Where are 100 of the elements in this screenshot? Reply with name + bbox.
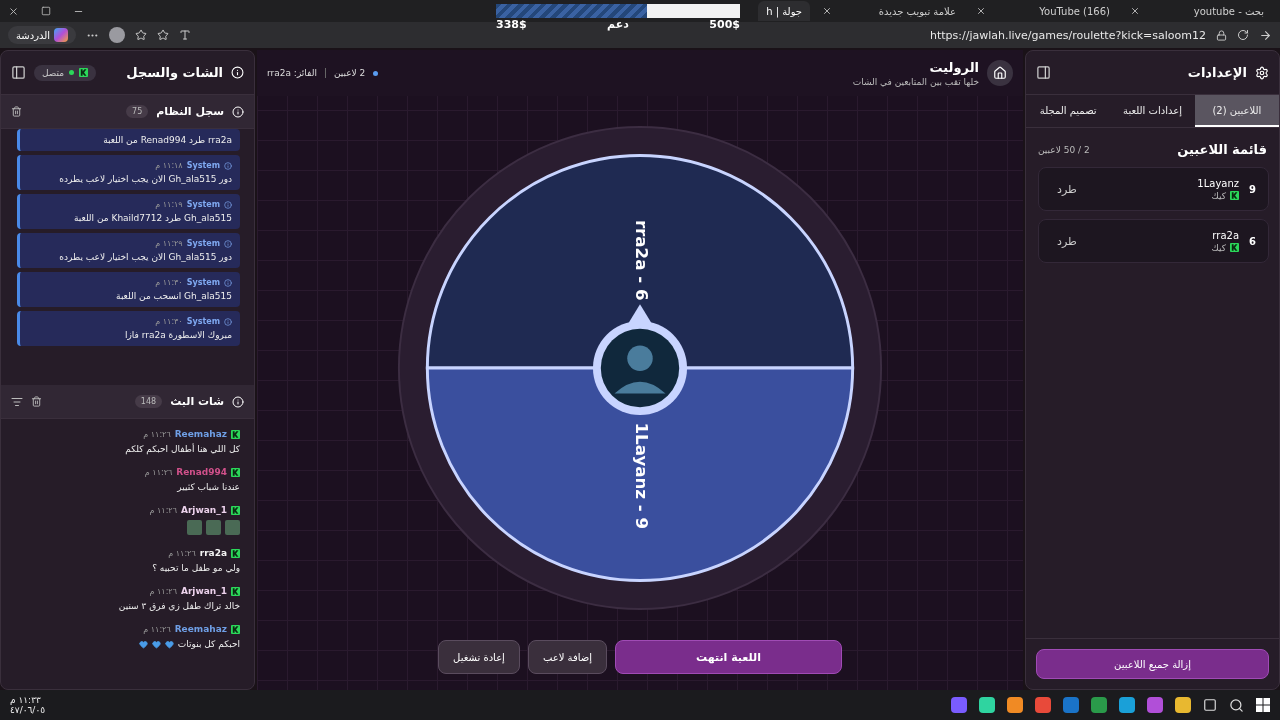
emote-placeholder [225, 520, 240, 535]
favorites-icon[interactable] [135, 29, 148, 41]
close-icon[interactable] [976, 6, 986, 16]
kick-player-button[interactable]: طرد [1051, 181, 1083, 197]
panel-title: الشات والسجل [126, 65, 223, 80]
game-button[interactable]: اللعبة انتهت [615, 640, 842, 674]
taskbar-app-icon[interactable] [951, 697, 967, 713]
close-icon[interactable] [1130, 6, 1140, 16]
donation-raised: 338$ [496, 18, 527, 31]
player-count: 2 / 50 لاعبين [1038, 144, 1090, 155]
player-number: 9 [1249, 183, 1256, 195]
trash-icon[interactable] [11, 106, 22, 117]
chat-message: ولي مو طفل ما تحبيه ؟ [152, 563, 240, 573]
chat-username: rra2a [199, 548, 227, 558]
collapse-panel-button[interactable] [1036, 65, 1051, 80]
filter-icon[interactable] [11, 395, 23, 408]
taskbar-app-icon[interactable] [1175, 697, 1191, 713]
browser-tab[interactable]: جولة | h [758, 1, 810, 21]
chat-username: Reemahaz [174, 624, 227, 634]
sender-name: System [186, 200, 220, 209]
refresh-icon[interactable] [1237, 29, 1249, 41]
message-time: ١١:٢٩ م [155, 239, 183, 248]
winner-label: الفائز: rra2a [267, 68, 317, 78]
trash-icon[interactable] [31, 396, 42, 407]
lock-icon [1216, 29, 1227, 41]
read-aloud-icon[interactable] [179, 29, 192, 41]
settings-tab[interactable]: إعدادات اللعبة [1110, 95, 1195, 127]
close-icon[interactable] [8, 5, 19, 17]
browser-tab[interactable]: بحث - youtube [1122, 1, 1272, 21]
player-name: rra2a [1211, 229, 1240, 241]
message-time: ١١:٣٠ م [155, 278, 183, 287]
message-time: ١١:١٩ م [155, 200, 183, 209]
info-icon [232, 105, 244, 118]
panel-toggle-icon [1036, 65, 1051, 80]
clock-date: ٤٧/٠٦/٠٥ [10, 705, 46, 715]
emote-placeholder [206, 520, 221, 535]
chat-count: 148 [134, 395, 163, 408]
chat-message: احبكم كل بنوتات [177, 639, 240, 649]
settings-tab[interactable]: اللاعبين (2) [1194, 95, 1279, 127]
taskbar-app-icon[interactable] [979, 697, 995, 713]
url-field[interactable]: https://jawlah.live/games/roulette?kick=saloom12 [929, 28, 1206, 42]
message-time: ١١:١٨ م [155, 161, 183, 170]
taskbar-app-icon[interactable] [1091, 697, 1107, 713]
profile-avatar[interactable] [109, 27, 126, 43]
k-logo-icon [231, 467, 240, 477]
home-icon [993, 66, 1007, 80]
section-title: شات البث [170, 395, 224, 408]
remove-all-button[interactable]: إزالة جميع اللاعبين [1036, 649, 1269, 679]
taskbar-app-icon[interactable] [1035, 697, 1051, 713]
donation-label: دعم [607, 18, 629, 31]
players-count: 2 لاعبين [333, 68, 366, 78]
collapse-panel-button[interactable] [11, 65, 26, 80]
search-icon[interactable] [1229, 697, 1244, 713]
kick-player-button[interactable]: طرد [1051, 233, 1083, 249]
browser-tab[interactable]: علامة تبويب جديدة [814, 1, 964, 21]
game-title: الروليت [928, 59, 979, 75]
taskbar-app-icon[interactable] [1147, 697, 1163, 713]
donation-goal: 500$ [709, 18, 740, 31]
home-button[interactable] [987, 60, 1013, 86]
player-name: 1Layanz [1197, 177, 1240, 189]
settings-tab[interactable]: تصميم المجلة [1026, 95, 1111, 127]
game-button[interactable]: إضافة لاعب [527, 640, 608, 674]
player-platform: كيك [1211, 190, 1227, 201]
chat-username: Reemahaz [174, 429, 227, 439]
log-text: دور Gh_ala515 الان يجب اختيار لاعب يطرده [58, 252, 232, 262]
back-icon[interactable] [1259, 28, 1272, 42]
sender-name: System [186, 278, 220, 287]
k-logo-icon [1230, 243, 1240, 252]
k-logo-icon [231, 548, 240, 558]
taskbar-app-icon[interactable] [1063, 697, 1079, 713]
taskbar-app-icon[interactable] [1007, 697, 1023, 713]
segment-label: rra2a - 6 [631, 219, 651, 301]
log-count: 75 [126, 105, 149, 118]
sender-name: System [186, 317, 220, 326]
message-time: ١١:٢٦ م [144, 467, 173, 477]
restore-icon[interactable] [41, 5, 51, 16]
sender-name: System [186, 239, 220, 248]
chat-button[interactable]: الدردشة [8, 26, 77, 44]
message-time: ١١:٣٠ م [155, 317, 183, 326]
chat-username: Renad994 [176, 467, 227, 477]
section-title: سجل النظام [156, 105, 224, 118]
browser-tab[interactable]: (166) YouTube [968, 1, 1118, 21]
k-logo-icon [231, 429, 240, 439]
copilot-icon [54, 28, 69, 42]
close-icon[interactable] [822, 6, 832, 16]
settings-icon [1255, 65, 1269, 80]
taskbar-app-icon[interactable] [1119, 697, 1135, 713]
message-time: ١١:٢٦ م [149, 505, 177, 515]
star-icon[interactable] [157, 29, 170, 41]
game-subtitle: خلها تقب بين المتابعين في الشات [852, 76, 979, 87]
chat-message: كل اللي هنا أطفال احبكم كلكم [125, 444, 240, 454]
avatar-icon [592, 320, 688, 416]
windows-logo-icon[interactable] [1256, 698, 1270, 712]
connection-status: متصل [34, 64, 97, 81]
log-text: مبروك الاسطورة rra2a فازا [123, 330, 232, 340]
k-logo-icon [231, 586, 240, 596]
log-text: rra2a طرد Renad994 من اللعبة [102, 135, 232, 145]
k-logo-icon [1230, 191, 1240, 200]
game-button[interactable]: إعادة تشغيل [438, 640, 520, 674]
task-view-icon[interactable] [1203, 698, 1217, 712]
